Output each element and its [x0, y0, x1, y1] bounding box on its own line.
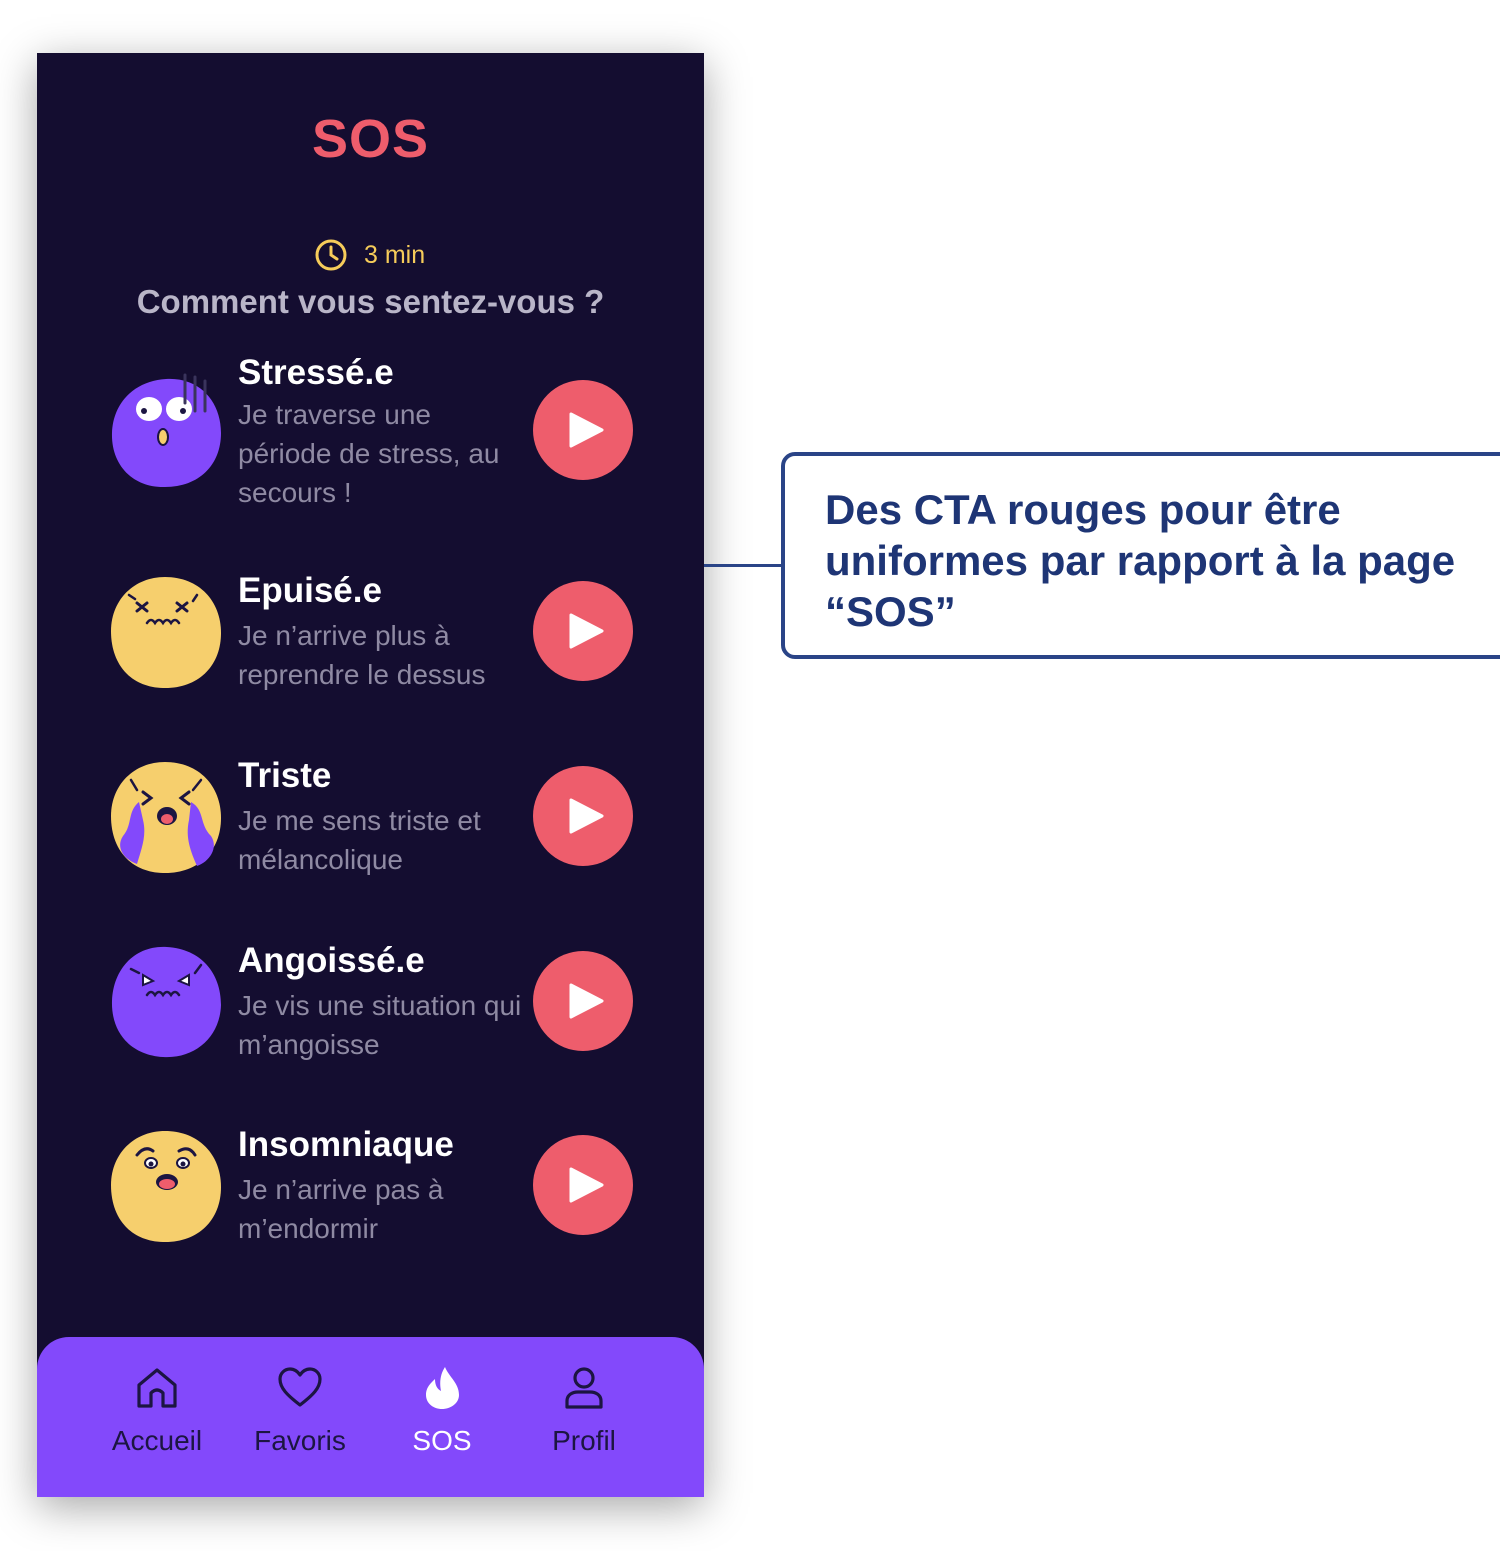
play-icon: [569, 983, 604, 1019]
bottom-tab-bar: Accueil Favoris SOS Profil: [37, 1337, 704, 1497]
play-button[interactable]: [533, 951, 633, 1051]
mood-item-sleepless[interactable]: Insomniaque Je n’arrive pas à m’endormir: [37, 1125, 704, 1285]
mood-description: Je n’arrive plus à reprendre le dessus: [238, 620, 486, 690]
tab-label: Accueil: [111, 1425, 203, 1456]
tab-label: SOS: [412, 1425, 472, 1456]
clock-icon: [315, 239, 347, 271]
flame-icon: [426, 1367, 459, 1409]
annotation-callout: Des CTA rouges pour être uniformes par r…: [781, 452, 1500, 659]
play-icon: [569, 1167, 604, 1203]
mood-item-stressed[interactable]: Stressé.e Je traverse une période de str…: [37, 353, 704, 513]
play-button[interactable]: [533, 581, 633, 681]
play-icon: [569, 613, 604, 649]
mood-title: Triste: [238, 756, 332, 795]
anxious-face-icon: [107, 943, 225, 1061]
duration-indicator: 3 min: [314, 238, 425, 272]
page-title: SOS: [311, 109, 430, 169]
sleepless-face-icon: [107, 1127, 225, 1245]
phone-screen: SOS 3 min Comment vous sentez-vous ? Str…: [37, 53, 704, 1497]
mood-title: Epuisé.e: [238, 571, 382, 610]
stressed-face-icon: [107, 373, 225, 491]
mood-item-exhausted[interactable]: Epuisé.e Je n’arrive plus à reprendre le…: [37, 571, 704, 731]
mood-item-anxious[interactable]: Angoissé.e Je vis une situation qui m’an…: [37, 941, 704, 1101]
mood-title: Angoissé.e: [238, 941, 425, 980]
play-button[interactable]: [533, 380, 633, 480]
heart-icon: [278, 1367, 322, 1407]
mood-title: Insomniaque: [238, 1125, 454, 1164]
tab-profil[interactable]: Profil: [514, 1365, 654, 1475]
exhausted-face-icon: [107, 573, 225, 691]
mood-description: Je n’arrive pas à m’endormir: [238, 1174, 444, 1244]
annotation-connector: [704, 564, 783, 567]
tab-label: Profil: [552, 1425, 616, 1456]
tab-sos[interactable]: SOS: [372, 1365, 512, 1475]
mood-description: Je traverse une période de stress, au se…: [238, 399, 500, 508]
tab-label: Favoris: [254, 1425, 346, 1456]
play-button[interactable]: [533, 766, 633, 866]
crying-face-icon: [107, 758, 225, 876]
user-icon: [565, 1367, 603, 1409]
duration-label: 3 min: [364, 240, 426, 269]
mood-description: Je vis une situation qui m’angoisse: [238, 990, 522, 1060]
mood-description: Je me sens triste et mélancolique: [238, 805, 481, 875]
mood-title: Stressé.e: [238, 353, 394, 392]
play-icon: [569, 412, 604, 448]
home-icon: [137, 1368, 177, 1408]
play-button[interactable]: [533, 1135, 633, 1235]
tab-accueil[interactable]: Accueil: [87, 1365, 227, 1475]
mood-item-sad[interactable]: Triste Je me sens triste et mélancolique: [37, 756, 704, 916]
mood-question: Comment vous sentez-vous ?: [136, 283, 605, 320]
play-icon: [569, 798, 604, 834]
annotation-text: Des CTA rouges pour être uniformes par r…: [825, 486, 1456, 635]
tab-favoris[interactable]: Favoris: [230, 1365, 370, 1475]
